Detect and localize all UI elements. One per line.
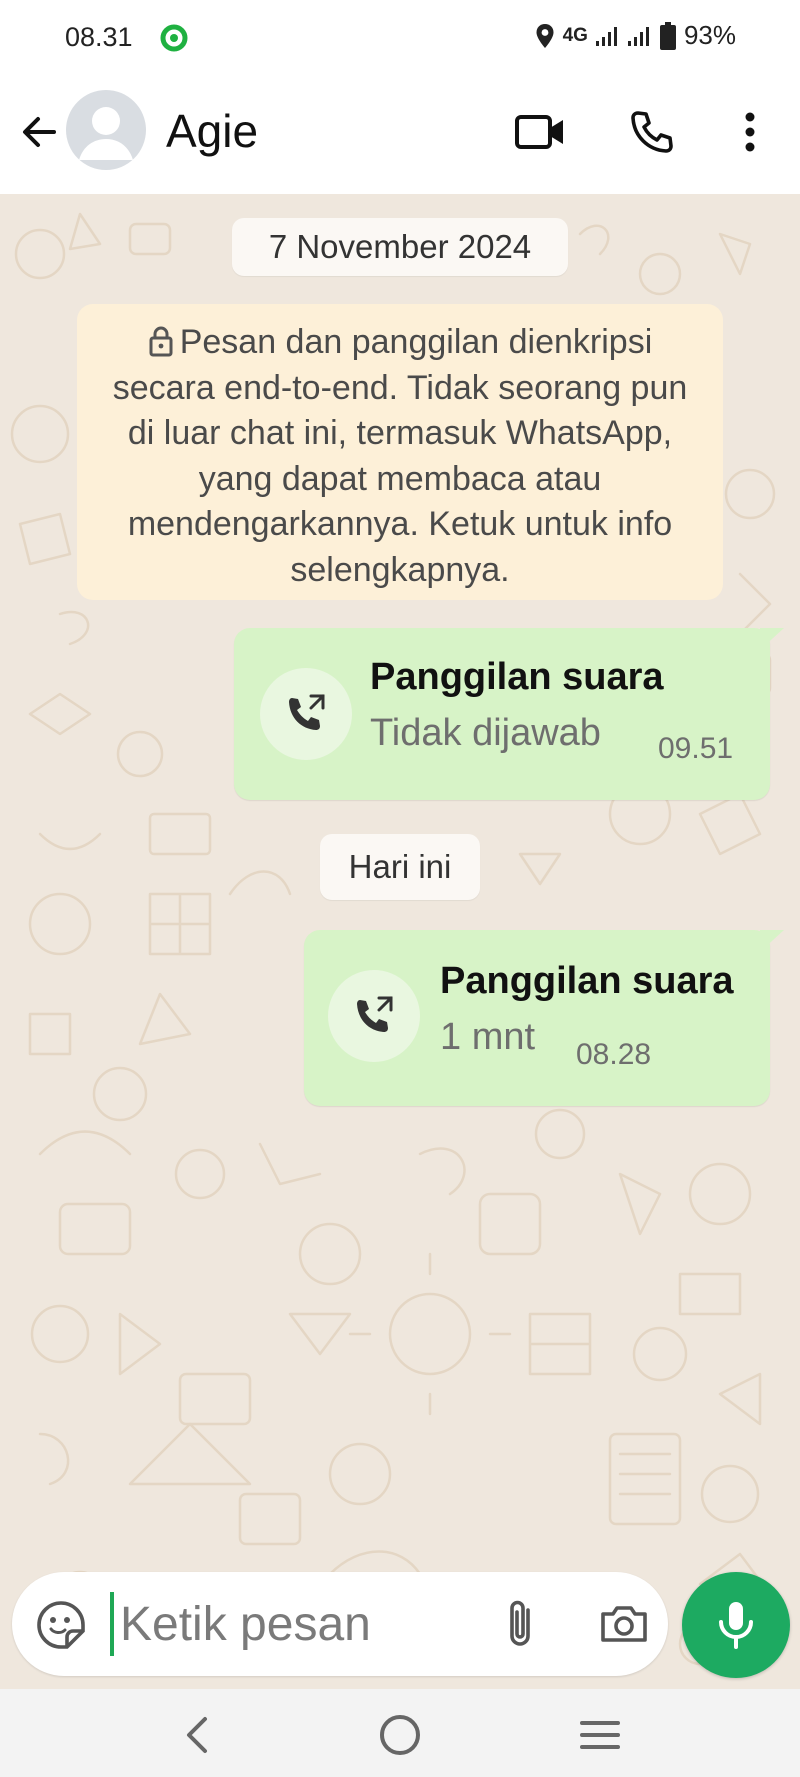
system-nav-bar (0, 1689, 800, 1777)
voice-call-icon (631, 111, 673, 153)
app-notification-icon (160, 24, 188, 52)
nav-home-icon (380, 1715, 420, 1755)
more-vert-icon (745, 112, 755, 152)
message-time: 08.28 (576, 1038, 652, 1071)
network-label: 4G (562, 24, 588, 46)
message-time: 09.51 (658, 732, 734, 765)
outgoing-call-icon (289, 694, 325, 730)
nav-recents-button[interactable] (572, 1707, 628, 1763)
call-log-icon-badge (260, 668, 352, 760)
call-message-bubble[interactable]: Panggilan suara 1 mnt 08.28 (304, 930, 784, 1106)
battery-icon (659, 21, 676, 50)
camera-icon (601, 1606, 647, 1642)
signal-icon (595, 25, 620, 47)
call-title: Panggilan suara (440, 960, 734, 1002)
bubble-tail (760, 628, 784, 650)
back-button[interactable] (16, 108, 64, 156)
status-time: 08.31 (65, 22, 133, 52)
encryption-notice-text: Pesan dan panggilan dienkripsi secara en… (112, 323, 688, 589)
message-composer (12, 1572, 668, 1676)
contact-name[interactable]: Agie (166, 104, 258, 158)
attach-icon (510, 1600, 530, 1646)
camera-button[interactable] (596, 1596, 652, 1652)
video-call-button[interactable] (510, 102, 570, 162)
mic-icon (719, 1602, 753, 1649)
nav-menu-icon (580, 1721, 620, 1749)
encryption-notice[interactable]: Pesan dan panggilan dienkripsi secara en… (77, 304, 723, 600)
call-duration: 1 mnt (440, 1016, 536, 1058)
lock-icon (149, 326, 173, 357)
avatar[interactable] (66, 90, 146, 170)
nav-home-button[interactable] (372, 1707, 428, 1763)
status-icons: 4G 93% (535, 20, 736, 51)
chat-header: Agie (0, 76, 800, 194)
call-log-icon-badge (328, 970, 420, 1062)
call-status: Tidak dijawab (370, 712, 601, 754)
sticker-icon (37, 1601, 85, 1649)
call-message-bubble[interactable]: Panggilan suara Tidak dijawab 09.51 (234, 628, 784, 800)
sticker-button[interactable] (34, 1598, 88, 1652)
avatar-placeholder-icon (79, 107, 133, 160)
voice-record-button[interactable] (682, 1572, 790, 1678)
nav-back-button[interactable] (170, 1707, 226, 1763)
date-separator: 7 November 2024 (232, 218, 568, 276)
text-caret (110, 1592, 114, 1656)
message-input[interactable] (120, 1590, 380, 1658)
date-separator: Hari ini (320, 834, 480, 900)
call-title: Panggilan suara (370, 656, 664, 698)
location-icon (535, 23, 555, 49)
outgoing-call-icon (357, 996, 393, 1032)
chat-area[interactable]: 7 November 2024 Pesan dan panggilan dien… (0, 194, 800, 1689)
back-arrow-icon (23, 117, 56, 147)
battery-percent: 93% (683, 20, 736, 50)
video-call-icon (515, 115, 563, 149)
signal-icon (627, 25, 652, 47)
nav-back-icon (187, 1717, 207, 1753)
more-options-button[interactable] (720, 102, 780, 162)
status-bar: 08.31 4G 93% (0, 0, 800, 76)
bubble-tail (760, 930, 784, 952)
voice-call-button[interactable] (622, 102, 682, 162)
attach-button[interactable] (492, 1596, 548, 1652)
